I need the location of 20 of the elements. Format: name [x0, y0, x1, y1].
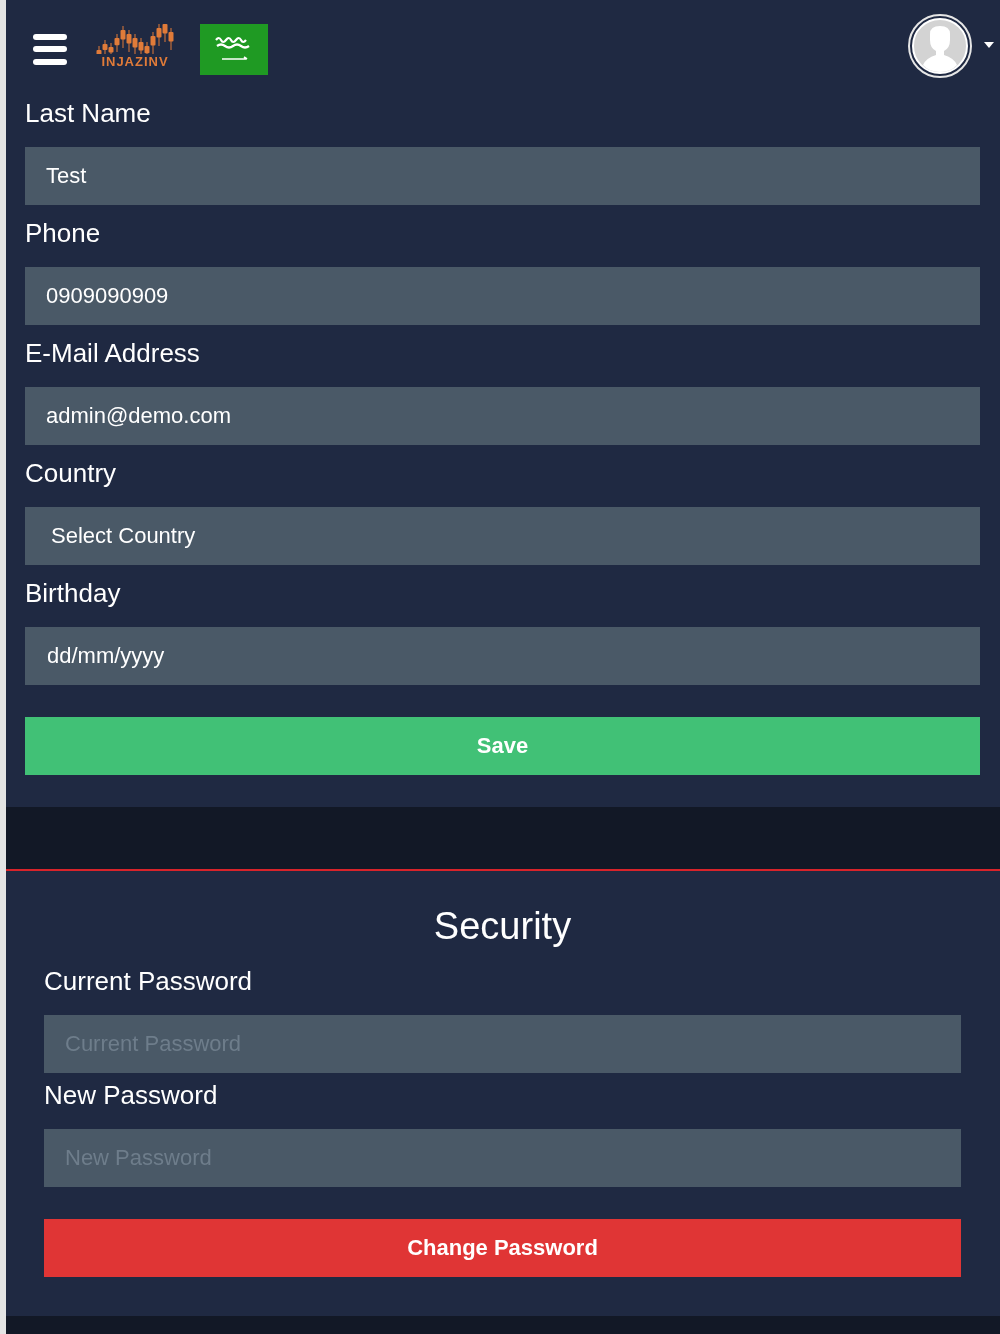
field-label: New Password — [44, 1080, 218, 1110]
section-title: Security — [433, 904, 572, 948]
select-field[interactable]: Select Country — [25, 507, 980, 565]
field-label: Current Password — [44, 966, 253, 996]
input-field[interactable]: Test — [25, 147, 980, 205]
change-password-button[interactable]: Change Password — [44, 1219, 961, 1277]
field-label: Last Name — [25, 98, 151, 128]
field-label: Country — [25, 458, 117, 488]
date-field[interactable]: dd/mm/yyyy — [25, 627, 980, 685]
avatar-button[interactable] — [908, 14, 972, 78]
menu-icon[interactable] — [33, 33, 67, 65]
flag-icon[interactable] — [200, 23, 268, 75]
logo-text: INJAZINV — [101, 55, 169, 68]
field-label: E-Mail Address — [25, 338, 200, 368]
input-field[interactable]: 0909090909 — [25, 267, 980, 325]
field-label: Phone — [25, 218, 101, 248]
candlestick-chart-icon — [96, 24, 174, 54]
input-field[interactable]: admin@demo.com — [25, 387, 980, 445]
caret-icon[interactable] — [984, 42, 994, 48]
field-label: Birthday — [25, 578, 121, 608]
